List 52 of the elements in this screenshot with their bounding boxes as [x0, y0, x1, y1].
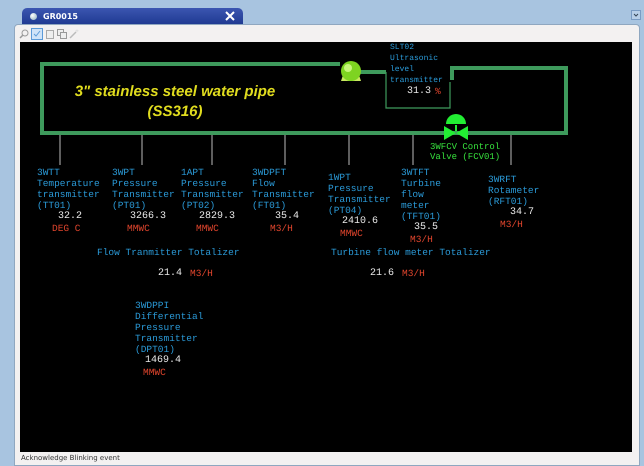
- tank-drawing: [385, 72, 451, 109]
- totalizer-value: 21.6: [370, 268, 394, 280]
- close-icon[interactable]: [225, 11, 235, 21]
- leader-line: [284, 134, 286, 166]
- reading-value: 34.7: [510, 207, 536, 219]
- reading-unit: MMWC: [143, 367, 167, 379]
- instrument-label: 1APT Pressure Transmitter (PT02): [181, 167, 244, 211]
- copy-icon[interactable]: [57, 28, 67, 38]
- instrument-label: 3WDPFT Flow Transmitter (FT01): [252, 167, 315, 211]
- instrument-label: 3WDPPI Differential Pressure Transmitter (DPT01): [135, 300, 204, 355]
- totalizer-label: Flow Tranmitter Totalizer: [97, 247, 240, 258]
- valve-icon: [444, 114, 468, 140]
- totalizer-label: Turbine flow meter Totalizer: [331, 247, 491, 258]
- window-icon: [30, 12, 37, 20]
- reading-value: 2410.6: [342, 216, 380, 228]
- reading-value: 3266.3: [130, 211, 168, 223]
- reading-unit: M3/H: [500, 219, 524, 231]
- instrument-label: 3WPT Pressure Transmitter (PT01): [112, 167, 175, 211]
- reading-unit: MMWC: [340, 228, 364, 240]
- window-title: GR0015: [43, 12, 79, 20]
- reading-value: 35.5: [414, 222, 440, 234]
- reading-unit: M3/H: [410, 234, 434, 246]
- valve-label: 3WFCV Control Valve (FCV01): [430, 142, 502, 162]
- instrument-label: 3WTFT Turbine flow meter (TFT01): [401, 167, 441, 222]
- reading-unit: MMWC: [127, 223, 151, 235]
- reading-value: 35.4: [275, 211, 300, 223]
- search-icon[interactable]: [19, 28, 29, 38]
- totalizer-value: 21.4: [158, 268, 182, 280]
- pipe-label: 3" stainless steel water pipe (SS316): [74, 82, 276, 122]
- leader-line: [412, 134, 414, 166]
- instrument-label: 3WTT Temperature transmitter (TT01): [37, 167, 100, 211]
- leader-line: [510, 134, 512, 166]
- wand-icon[interactable]: [69, 28, 79, 38]
- instrument-label: 3WRFT Rotameter (RFT01): [488, 174, 540, 207]
- checkbox-icon[interactable]: [31, 28, 43, 40]
- instrument-label: SLT02 Ultrasonic level transmitter: [390, 42, 443, 86]
- reading-unit: M3/H: [270, 223, 294, 235]
- reading-unit: DEG C: [52, 223, 82, 235]
- dropdown-icon[interactable]: [631, 10, 641, 20]
- totalizer-unit: M3/H: [190, 268, 213, 280]
- leader-line: [348, 134, 350, 166]
- instrument-label: 1WPT Pressure Transmitter (PT04): [328, 172, 391, 216]
- pump-icon: [341, 61, 361, 81]
- reading-value: 32.2: [58, 211, 84, 223]
- page-icon[interactable]: [45, 28, 55, 38]
- window-tab[interactable]: GR0015: [22, 8, 243, 24]
- reading-unit: MMWC: [196, 223, 220, 235]
- reading-value: 2829.3: [199, 211, 236, 223]
- reading-value: 31.3: [407, 86, 432, 98]
- reading-unit: %: [435, 86, 441, 98]
- reading-value: 1469.4: [145, 355, 182, 367]
- totalizer-unit: M3/H: [402, 268, 425, 280]
